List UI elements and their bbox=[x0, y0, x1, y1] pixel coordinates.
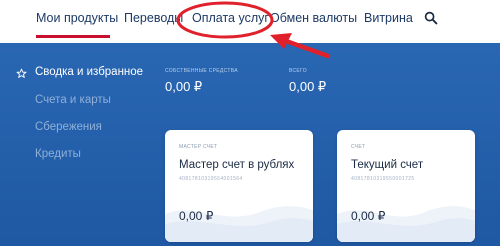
tab-transfers[interactable]: Переводы bbox=[124, 11, 183, 25]
active-tab-underline bbox=[36, 35, 110, 38]
account-card-current[interactable]: СЧЕТ Текущий счет 40817810319550001725 0… bbox=[337, 130, 475, 242]
tab-showcase[interactable]: Витрина bbox=[364, 11, 413, 25]
tab-my-products[interactable]: Мои продукты bbox=[36, 11, 118, 25]
account-card-master[interactable]: МАСТЕР СЧЕТ Мастер счет в рублях 4081781… bbox=[165, 130, 313, 242]
tab-service-payments[interactable]: Оплата услуг bbox=[192, 11, 269, 25]
card-account-number: 40817810319550001725 bbox=[351, 176, 415, 182]
card-balance: 0,00 ₽ bbox=[179, 209, 214, 223]
sidebar-item-savings[interactable]: Сбережения bbox=[35, 121, 102, 133]
card-type-label: СЧЕТ bbox=[351, 144, 366, 150]
own-funds-value: 0,00 ₽ bbox=[165, 79, 203, 94]
sidebar-item-summary[interactable]: Сводка и избранное bbox=[35, 66, 143, 78]
total-value: 0,00 ₽ bbox=[289, 79, 327, 94]
top-nav: Мои продукты Переводы Оплата услуг Обмен… bbox=[0, 0, 500, 42]
search-icon[interactable] bbox=[424, 11, 438, 25]
card-title: Мастер счет в рублях bbox=[179, 159, 295, 171]
own-funds-label: СОБСТВЕННЫЕ СРЕДСТВА bbox=[165, 68, 238, 74]
card-title: Текущий счет bbox=[351, 159, 424, 171]
total-label: ВСЕГО bbox=[289, 68, 307, 74]
sidebar-item-credits[interactable]: Кредиты bbox=[35, 148, 81, 160]
card-type-label: МАСТЕР СЧЕТ bbox=[179, 144, 218, 150]
card-account-number: 40817810319554001564 bbox=[179, 176, 243, 182]
card-balance: 0,00 ₽ bbox=[351, 209, 386, 223]
sidebar-item-accounts-cards[interactable]: Счета и карты bbox=[35, 94, 111, 106]
tab-currency-exchange[interactable]: Обмен валюты bbox=[270, 11, 357, 25]
star-icon bbox=[16, 68, 27, 78]
